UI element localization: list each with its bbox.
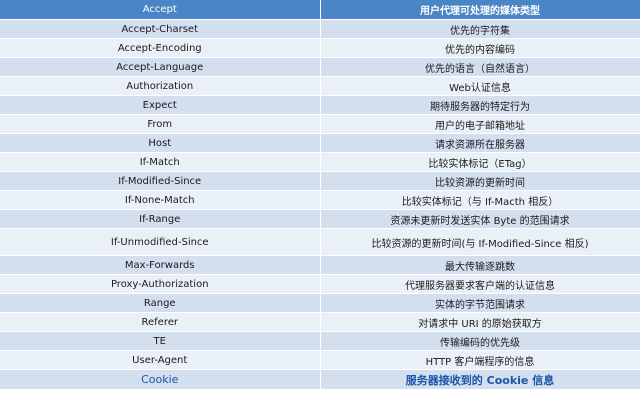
header-desc-cell: 最大传输逐跳数 bbox=[320, 255, 640, 275]
header-desc-cell: 优先的语言（自然语言） bbox=[320, 57, 640, 77]
table-row: Host 请求资源所在服务器 bbox=[0, 133, 640, 153]
table-row: Referer 对请求中 URI 的原始获取方 bbox=[0, 312, 640, 332]
table-row: Accept-Language 优先的语言（自然语言） bbox=[0, 57, 640, 77]
table-row: TE 传输编码的优先级 bbox=[0, 331, 640, 351]
table-row: If-Unmodified-Since 比较资源的更新时间(与 If-Modif… bbox=[0, 228, 640, 256]
header-desc-cell: 传输编码的优先级 bbox=[320, 331, 640, 351]
table-row: Expect 期待服务器的特定行为 bbox=[0, 95, 640, 115]
header-name-cell: Max-Forwards bbox=[0, 255, 321, 275]
header-name-cell: Proxy-Authorization bbox=[0, 274, 321, 294]
header-name-cell: If-Modified-Since bbox=[0, 171, 321, 191]
header-desc-cell: 请求资源所在服务器 bbox=[320, 133, 640, 153]
table-row: User-Agent HTTP 客户端程序的信息 bbox=[0, 350, 640, 370]
header-desc-cell: 用户的电子邮箱地址 bbox=[320, 114, 640, 134]
header-name-cell: If-Unmodified-Since bbox=[0, 228, 321, 256]
header-name-cell: From bbox=[0, 114, 321, 134]
table-header-row: Accept 用户代理可处理的媒体类型 bbox=[0, 0, 640, 20]
header-desc-cell: 期待服务器的特定行为 bbox=[320, 95, 640, 115]
header-name-cell: If-Range bbox=[0, 209, 321, 229]
header-desc-cell: 资源未更新时发送实体 Byte 的范围请求 bbox=[320, 209, 640, 229]
table-row: Proxy-Authorization 代理服务器要求客户端的认证信息 bbox=[0, 274, 640, 294]
header-name-cell: Accept-Language bbox=[0, 57, 321, 77]
header-desc-cell: 比较实体标记（ETag） bbox=[320, 152, 640, 172]
header-col-description: 用户代理可处理的媒体类型 bbox=[320, 0, 640, 20]
table-row: Accept-Encoding 优先的内容编码 bbox=[0, 38, 640, 58]
table-row: Max-Forwards 最大传输逐跳数 bbox=[0, 255, 640, 275]
header-desc-cell: 优先的字符集 bbox=[320, 19, 640, 39]
header-desc-cell: 服务器接收到的 Cookie 信息 bbox=[320, 369, 640, 390]
table-row: Accept-Charset 优先的字符集 bbox=[0, 19, 640, 39]
header-name-cell: If-None-Match bbox=[0, 190, 321, 210]
header-name-cell: Accept-Encoding bbox=[0, 38, 321, 58]
request-headers-table: Accept 用户代理可处理的媒体类型 Accept-Charset 优先的字符… bbox=[0, 0, 640, 390]
header-name-cell: User-Agent bbox=[0, 350, 321, 370]
header-desc-cell: 优先的内容编码 bbox=[320, 38, 640, 58]
table-row: If-Range 资源未更新时发送实体 Byte 的范围请求 bbox=[0, 209, 640, 229]
header-desc-cell: 比较资源的更新时间(与 If-Modified-Since 相反) bbox=[320, 228, 640, 256]
header-desc-cell: 实体的字节范围请求 bbox=[320, 293, 640, 313]
header-name-cell: Cookie bbox=[0, 369, 321, 390]
table-row: Range 实体的字节范围请求 bbox=[0, 293, 640, 313]
header-desc-cell: 对请求中 URI 的原始获取方 bbox=[320, 312, 640, 332]
header-name-cell: If-Match bbox=[0, 152, 321, 172]
header-name-cell: Accept-Charset bbox=[0, 19, 321, 39]
table-row-highlighted: Cookie 服务器接收到的 Cookie 信息 bbox=[0, 369, 640, 390]
header-name-cell: TE bbox=[0, 331, 321, 351]
header-name-cell: Referer bbox=[0, 312, 321, 332]
table-row: If-Modified-Since 比较资源的更新时间 bbox=[0, 171, 640, 191]
header-desc-cell: HTTP 客户端程序的信息 bbox=[320, 350, 640, 370]
header-desc-cell: 代理服务器要求客户端的认证信息 bbox=[320, 274, 640, 294]
header-name-cell: Range bbox=[0, 293, 321, 313]
header-col-name: Accept bbox=[0, 0, 321, 20]
header-name-cell: Host bbox=[0, 133, 321, 153]
header-desc-cell: 比较实体标记（与 If-Macth 相反） bbox=[320, 190, 640, 210]
header-name-cell: Expect bbox=[0, 95, 321, 115]
table-row: From 用户的电子邮箱地址 bbox=[0, 114, 640, 134]
table-row: If-Match 比较实体标记（ETag） bbox=[0, 152, 640, 172]
header-desc-cell: Web认证信息 bbox=[320, 76, 640, 96]
header-desc-cell: 比较资源的更新时间 bbox=[320, 171, 640, 191]
table-row: If-None-Match 比较实体标记（与 If-Macth 相反） bbox=[0, 190, 640, 210]
header-name-cell: Authorization bbox=[0, 76, 321, 96]
table-row: Authorization Web认证信息 bbox=[0, 76, 640, 96]
